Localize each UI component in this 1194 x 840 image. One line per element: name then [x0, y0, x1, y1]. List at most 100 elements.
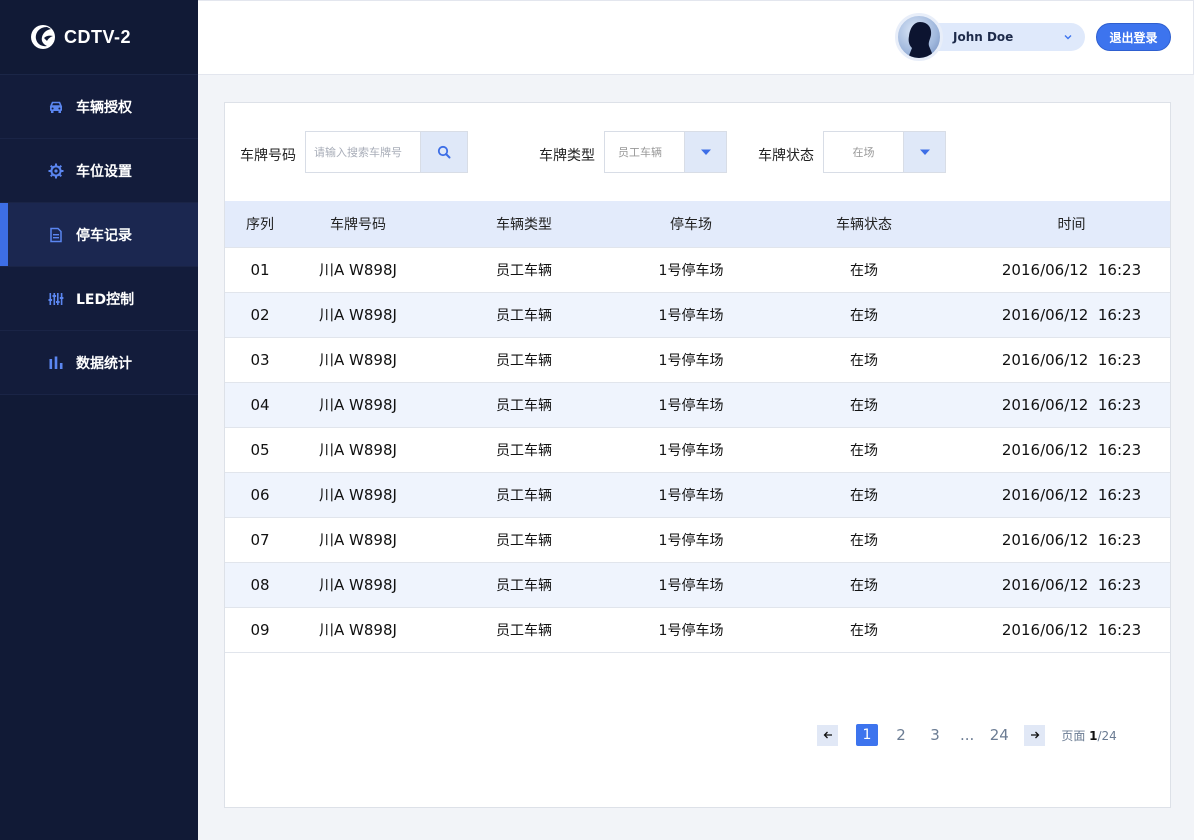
status-filter-label: 车牌状态	[758, 148, 814, 164]
caret-down-icon	[700, 149, 711, 155]
column-header: 车牌号码	[295, 201, 421, 247]
table-cell: 川A W898J	[295, 606, 421, 653]
brand: CDTV-2	[0, 0, 198, 75]
page-last-button[interactable]: 24	[988, 724, 1010, 746]
column-header: 车辆状态	[755, 201, 973, 247]
table-header: 序列 车牌号码 车辆类型 停车场 车辆状态 时间	[225, 201, 1170, 247]
type-select-value: 员工车辆	[618, 146, 662, 159]
table-row[interactable]: 02 川A W898J 员工车辆 1号停车场 在场 2016/06/12 16:23	[225, 291, 1170, 337]
table-row[interactable]: 03 川A W898J 员工车辆 1号停车场 在场 2016/06/12 16:23	[225, 336, 1170, 382]
user-menu[interactable]: John Doe	[895, 12, 1085, 62]
sidebar-item-vehicle-auth[interactable]: 车辆授权	[0, 75, 198, 139]
table-cell: 员工车辆	[421, 426, 627, 472]
table-row[interactable]: 06 川A W898J 员工车辆 1号停车场 在场 2016/06/12 16:23	[225, 471, 1170, 517]
table-cell: 2016/06/12 16:23	[973, 426, 1170, 472]
page-ellipsis: ...	[960, 726, 975, 744]
sidebar-item-statistics[interactable]: 数据统计	[0, 331, 198, 395]
user-dropdown[interactable]: John Doe	[923, 23, 1085, 51]
column-header: 停车场	[627, 201, 755, 247]
type-select-arrow[interactable]	[684, 132, 726, 172]
table-cell: 04	[225, 381, 295, 427]
table-cell: 川A W898J	[295, 426, 421, 472]
chevron-down-icon	[1064, 35, 1072, 40]
table-cell: 川A W898J	[295, 561, 421, 607]
type-select[interactable]: 员工车辆	[604, 131, 727, 173]
table-cell: 2016/06/12 16:23	[973, 291, 1170, 337]
type-filter-label: 车牌类型	[539, 148, 595, 164]
status-select[interactable]: 在场	[823, 131, 946, 173]
table-row[interactable]: 05 川A W898J 员工车辆 1号停车场 在场 2016/06/12 16:23	[225, 426, 1170, 472]
table-cell: 2016/06/12 16:23	[973, 561, 1170, 607]
sidebar-item-label: 车位设置	[76, 163, 132, 180]
table-cell: 01	[225, 246, 295, 292]
table-cell: 川A W898J	[295, 246, 421, 292]
table-cell: 员工车辆	[421, 606, 627, 653]
prev-page-button[interactable]	[817, 724, 838, 746]
sliders-icon	[48, 291, 64, 307]
table-row[interactable]: 07 川A W898J 员工车辆 1号停车场 在场 2016/06/12 16:23	[225, 516, 1170, 562]
table-cell: 员工车辆	[421, 516, 627, 562]
table-body: 01 川A W898J 员工车辆 1号停车场 在场 2016/06/12 16:23 02 川…	[225, 246, 1170, 653]
document-icon	[48, 227, 64, 243]
table-cell: 员工车辆	[421, 246, 627, 292]
page-3-button[interactable]: 3	[924, 724, 946, 746]
sidebar-item-space-settings[interactable]: 车位设置	[0, 139, 198, 203]
sidebar-item-label: 数据统计	[76, 355, 132, 372]
table-cell: 川A W898J	[295, 516, 421, 562]
sidebar-item-label: 停车记录	[76, 227, 132, 244]
table-cell: 05	[225, 426, 295, 472]
table-cell: 员工车辆	[421, 561, 627, 607]
table-cell: 03	[225, 336, 295, 382]
table-cell: 川A W898J	[295, 471, 421, 517]
sidebar-item-label: LED控制	[76, 291, 135, 308]
caret-down-icon	[919, 149, 930, 155]
page-info-prefix: 页面	[1061, 728, 1090, 743]
table-cell: 在场	[755, 561, 973, 607]
table-row[interactable]: 09 川A W898J 员工车辆 1号停车场 在场 2016/06/12 16:23	[225, 606, 1170, 653]
table-cell: 1号停车场	[627, 606, 755, 653]
table-cell: 2016/06/12 16:23	[973, 336, 1170, 382]
column-header: 车辆类型	[421, 201, 627, 247]
table-cell: 员工车辆	[421, 381, 627, 427]
table-cell: 1号停车场	[627, 336, 755, 382]
table-row[interactable]: 01 川A W898J 员工车辆 1号停车场 在场 2016/06/12 16:23	[225, 246, 1170, 292]
column-header: 时间	[973, 201, 1170, 247]
gear-icon	[48, 163, 64, 179]
table-cell: 在场	[755, 291, 973, 337]
user-silhouette-icon	[908, 22, 934, 58]
search-button[interactable]	[420, 132, 467, 172]
table-cell: 1号停车场	[627, 381, 755, 427]
logout-button[interactable]: 退出登录	[1096, 23, 1171, 51]
sidebar-item-parking-records[interactable]: 停车记录	[0, 203, 198, 267]
sidebar-item-led-control[interactable]: LED控制	[0, 267, 198, 331]
table-row[interactable]: 04 川A W898J 员工车辆 1号停车场 在场 2016/06/12 16:23	[225, 381, 1170, 427]
plate-search-box	[305, 131, 468, 173]
page-2-button[interactable]: 2	[890, 724, 912, 746]
next-page-button[interactable]	[1024, 724, 1046, 746]
sidebar-nav: 车辆授权 车位设置 停车记录 LED控制 数据统计	[0, 75, 198, 395]
search-icon	[437, 145, 451, 159]
table-cell: 川A W898J	[295, 291, 421, 337]
table-cell: 在场	[755, 606, 973, 653]
records-table: 序列 车牌号码 车辆类型 停车场 车辆状态 时间 01 川A W898J 员工车辆 1号停车场在…	[225, 201, 1170, 653]
table-cell: 1号停车场	[627, 471, 755, 517]
pagination: 1 2 3 ... 24 页面 1/24	[817, 724, 1117, 746]
table-cell: 员工车辆	[421, 471, 627, 517]
page-1-button[interactable]: 1	[856, 724, 878, 746]
table-row[interactable]: 08 川A W898J 员工车辆 1号停车场 在场 2016/06/12 16:23	[225, 561, 1170, 607]
table-cell: 川A W898J	[295, 381, 421, 427]
table-cell: 川A W898J	[295, 336, 421, 382]
status-select-arrow[interactable]	[903, 132, 945, 172]
page-info-current: 1	[1089, 728, 1098, 743]
car-icon	[48, 99, 64, 115]
table-cell: 员工车辆	[421, 336, 627, 382]
avatar[interactable]	[895, 13, 943, 61]
table-cell: 1号停车场	[627, 426, 755, 472]
arrow-right-icon	[1030, 731, 1040, 739]
table-cell: 1号停车场	[627, 561, 755, 607]
column-header: 序列	[225, 201, 295, 247]
table-cell: 1号停车场	[627, 516, 755, 562]
plate-search-input[interactable]	[306, 132, 420, 172]
status-select-value: 在场	[852, 146, 875, 159]
table-cell: 09	[225, 606, 295, 653]
